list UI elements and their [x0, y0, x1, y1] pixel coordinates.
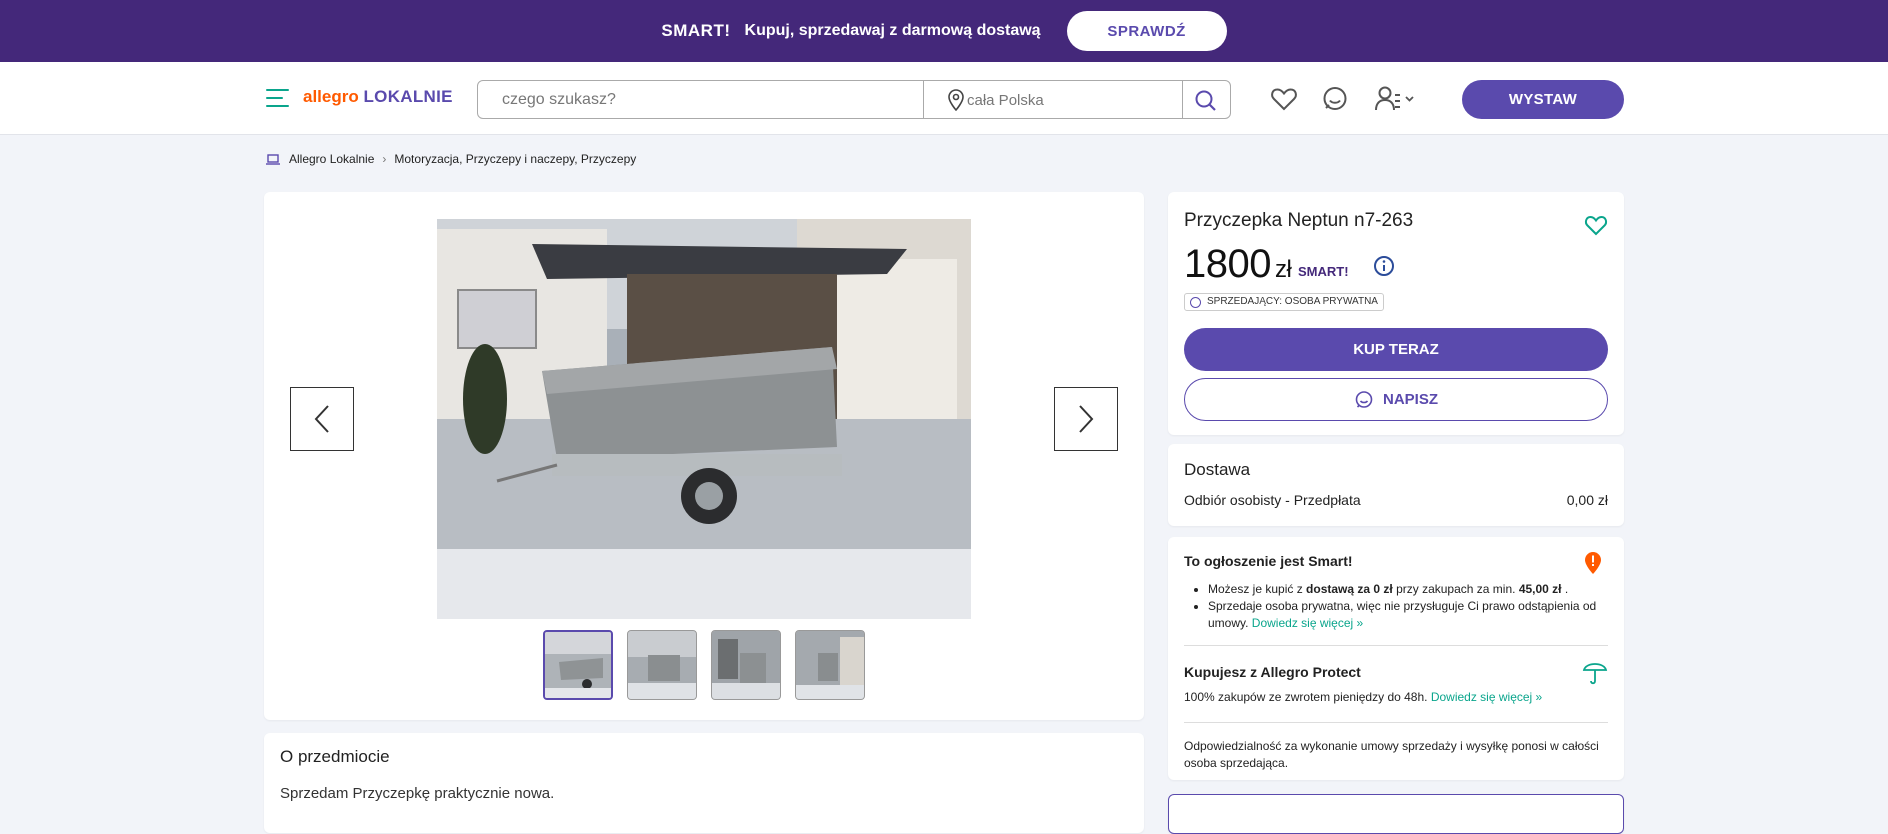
smart-pin-icon — [1585, 552, 1601, 574]
smart-badge: SMART! — [1298, 264, 1349, 279]
smart-info-card: To ogłoszenie jest Smart! Możesz je kupi… — [1168, 537, 1624, 780]
learn-more-link[interactable]: Dowiedz się więcej » — [1252, 616, 1363, 630]
thumbnail-strip — [543, 630, 865, 700]
responsibility-note: Odpowiedzialność za wykonanie umowy sprz… — [1184, 739, 1599, 770]
protect-title: Kupujesz z Allegro Protect — [1184, 664, 1361, 680]
main-product-image[interactable] — [437, 219, 971, 619]
delivery-cost: 0,00 zł — [1566, 492, 1608, 508]
message-seller-button[interactable]: NAPISZ — [1184, 378, 1608, 421]
about-card: O przedmiocie Sprzedam Przyczepkę prakty… — [264, 733, 1144, 833]
smart-bullet-private: Sprzedaje osoba prywatna, więc nie przys… — [1208, 598, 1608, 632]
promo-check-button[interactable]: SPRAWDŹ — [1066, 11, 1227, 51]
price-value: 1800 — [1184, 242, 1271, 286]
gallery-card — [264, 192, 1144, 720]
chat-icon[interactable] — [1320, 84, 1350, 114]
site-logo[interactable]: allegro LOKALNIE — [303, 87, 453, 107]
buy-now-button[interactable]: KUP TERAZ — [1184, 328, 1608, 371]
gallery-next-button[interactable] — [1054, 387, 1118, 451]
promo-message: Kupuj, sprzedawaj z darmową dostawą — [744, 22, 1041, 39]
thumbnail[interactable] — [543, 630, 613, 700]
promo-banner: SMART! Kupuj, sprzedawaj z darmową dosta… — [0, 0, 1888, 62]
offer-card: Przyczepka Neptun n7-263 1800 zł SMART! S… — [1168, 192, 1624, 435]
search-icon[interactable] — [1193, 88, 1219, 112]
next-card — [1168, 794, 1624, 834]
user-account-icon[interactable] — [1373, 84, 1419, 114]
menu-icon[interactable] — [266, 89, 289, 107]
thumbnail[interactable] — [711, 630, 781, 700]
heart-icon[interactable] — [1269, 84, 1299, 114]
search-input[interactable]: czego szukasz? — [502, 91, 616, 109]
delivery-title: Dostawa — [1184, 460, 1251, 479]
thumbnail[interactable] — [627, 630, 697, 700]
info-icon[interactable] — [1373, 255, 1395, 277]
breadcrumb-chevron-icon: › — [382, 152, 387, 166]
thumbnail[interactable] — [795, 630, 865, 700]
breadcrumb-category[interactable]: Motoryzacja, Przyczepy i naczepy, Przycz… — [394, 152, 636, 166]
chevron-right-icon — [1079, 405, 1094, 433]
chat-bubble-icon — [1355, 390, 1373, 408]
price-currency: zł — [1274, 256, 1292, 283]
smart-logo: SMART! — [661, 21, 730, 41]
delivery-method: Odbiór osobisty - Przedpłata — [1184, 492, 1361, 508]
delivery-option: Odbiór osobisty - Przedpłata 0,00 zł — [1184, 492, 1608, 508]
search-bar: czego szukasz? cała Polska — [477, 80, 1231, 119]
smart-bullet-delivery: Możesz je kupić z dostawą za 0 zł przy z… — [1208, 581, 1608, 598]
about-description: Sprzedam Przyczepkę praktycznie nowa. — [280, 785, 555, 802]
logo-lokalnie: LOKALNIE — [363, 87, 453, 106]
location-pin-icon — [948, 89, 964, 111]
logo-allegro: allegro — [303, 87, 359, 106]
gallery-prev-button[interactable] — [290, 387, 354, 451]
delivery-card: Dostawa Odbiór osobisty - Przedpłata 0,0… — [1168, 444, 1624, 526]
protect-learn-more-link[interactable]: Dowiedz się więcej » — [1431, 690, 1542, 704]
laptop-icon — [266, 153, 280, 165]
breadcrumb: Allegro Lokalnie › Motoryzacja, Przyczep… — [266, 152, 636, 166]
listing-title: Przyczepka Neptun n7-263 — [1184, 210, 1414, 231]
smart-info-title: To ogłoszenie jest Smart! — [1184, 553, 1353, 569]
breadcrumb-home[interactable]: Allegro Lokalnie — [289, 152, 374, 166]
wystaw-button[interactable]: WYSTAW — [1462, 80, 1624, 119]
favorite-heart-icon[interactable] — [1584, 214, 1608, 236]
smart-info-list: Możesz je kupić z dostawą za 0 zł przy z… — [1208, 581, 1608, 632]
message-seller-label: NAPISZ — [1382, 391, 1438, 408]
smile-icon — [1190, 297, 1201, 308]
chevron-left-icon — [314, 405, 329, 433]
price: 1800 zł — [1184, 242, 1292, 287]
seller-type-text: SPRZEDAJĄCY: OSOBA PRYWATNA — [1207, 296, 1378, 307]
umbrella-icon — [1582, 663, 1608, 685]
protect-text: 100% zakupów ze zwrotem pieniędzy do 48h… — [1184, 690, 1543, 704]
about-title: O przedmiocie — [280, 747, 390, 766]
seller-type-badge: SPRZEDAJĄCY: OSOBA PRYWATNA — [1184, 293, 1384, 311]
smart-brand-text: SMART! — [661, 21, 731, 40]
location-input[interactable]: cała Polska — [967, 92, 1044, 109]
